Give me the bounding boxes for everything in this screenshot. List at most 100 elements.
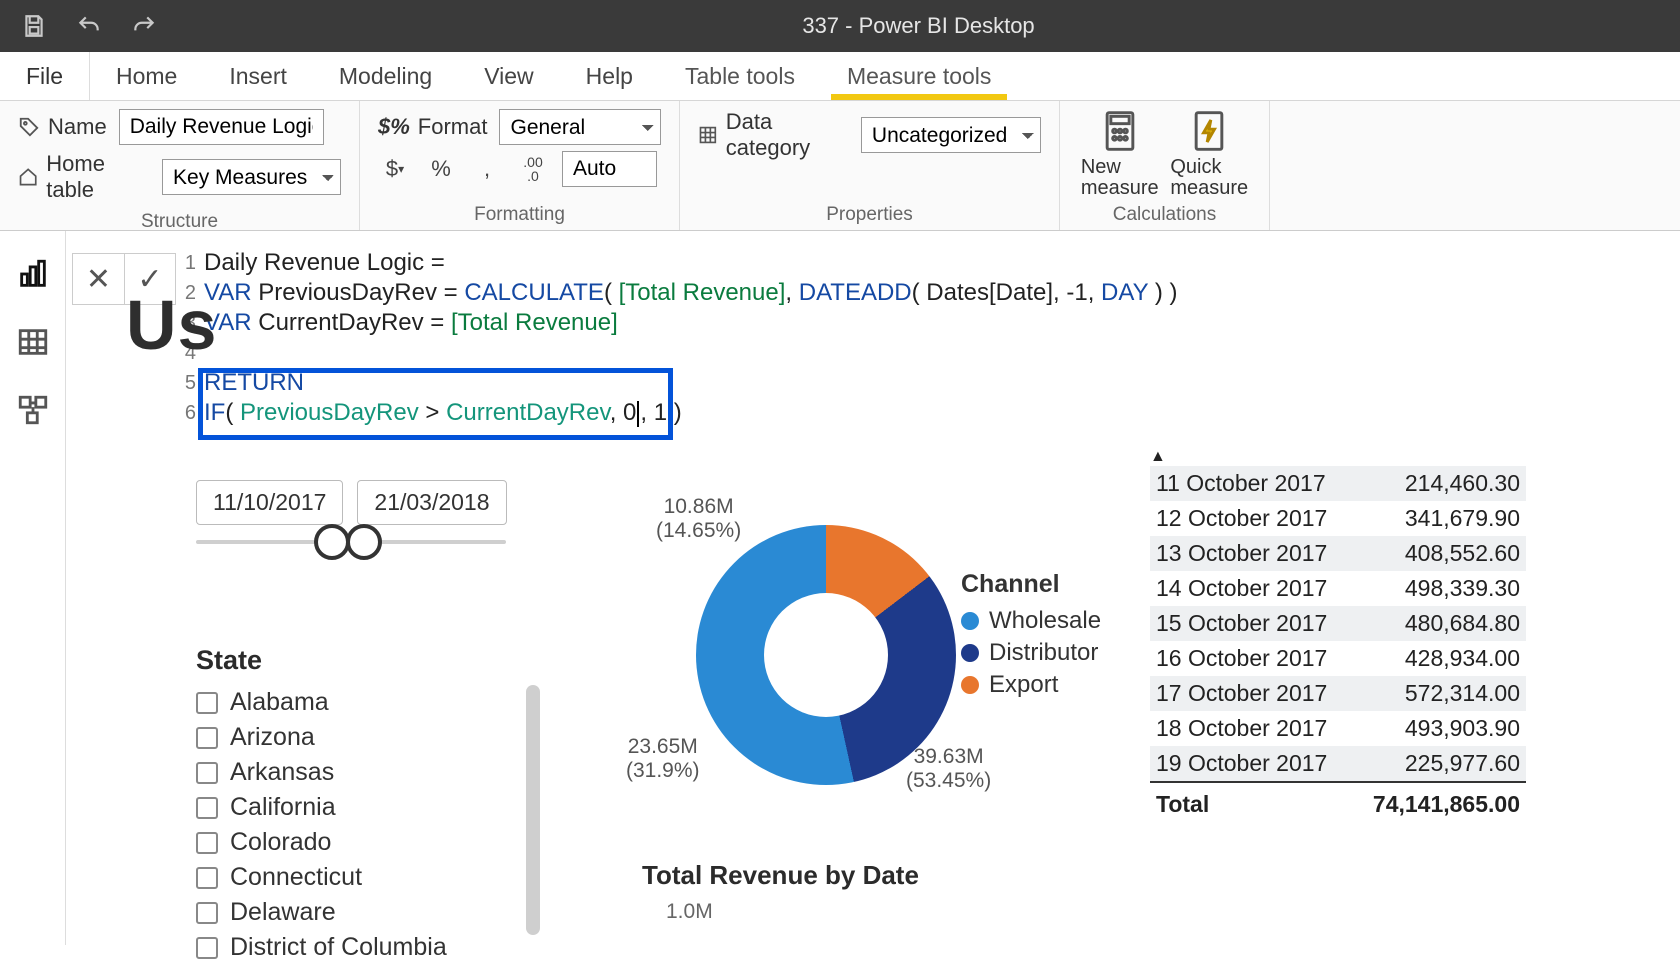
donut-label-wholesale: 39.63M(53.45%)	[906, 745, 991, 793]
tab-help[interactable]: Help	[560, 52, 659, 100]
state-label: Arizona	[230, 723, 315, 752]
table-cell-value: 498,339.30	[1405, 575, 1520, 602]
state-option[interactable]: Colorado	[196, 825, 526, 860]
table-row[interactable]: 11 October 2017 214,460.30	[1150, 466, 1526, 501]
checkbox-icon[interactable]	[196, 902, 218, 924]
state-option[interactable]: Alabama	[196, 685, 526, 720]
home-table-select[interactable]: Key Measures	[162, 159, 341, 195]
ribbon: Name Home table Key Measures Structure $…	[0, 101, 1680, 231]
tab-table-tools[interactable]: Table tools	[659, 52, 821, 100]
thousands-button[interactable]: ,	[470, 152, 504, 186]
model-view-icon[interactable]	[16, 393, 50, 427]
currency-button[interactable]: $▾	[378, 152, 412, 186]
checkbox-icon[interactable]	[196, 727, 218, 749]
tab-insert[interactable]: Insert	[203, 52, 313, 100]
tab-modeling[interactable]: Modeling	[313, 52, 458, 100]
line-chart-y-tick: 1.0M	[666, 900, 713, 924]
tab-measure-tools[interactable]: Measure tools	[821, 52, 1017, 100]
percent-button[interactable]: %	[424, 152, 458, 186]
tag-icon	[18, 116, 40, 138]
table-total-row: Total 74,141,865.00	[1150, 781, 1526, 822]
data-table[interactable]: 11 October 2017 214,460.30 12 October 2017…	[1150, 466, 1526, 822]
table-row[interactable]: 19 October 2017225,977.60	[1150, 746, 1526, 781]
slider-handle-left[interactable]	[314, 524, 350, 560]
slider-handle-right[interactable]	[346, 524, 382, 560]
date-slider[interactable]	[196, 540, 506, 544]
donut-legend: Channel Wholesale Distributor Export	[961, 570, 1101, 703]
checkbox-icon[interactable]	[196, 762, 218, 784]
table-row[interactable]: 15 October 2017 480,684.80	[1150, 606, 1526, 641]
data-category-label: Data category	[698, 109, 849, 161]
state-label: California	[230, 793, 336, 822]
state-option[interactable]: District of Columbia	[196, 930, 526, 965]
text-caret	[637, 401, 639, 427]
donut-hole	[764, 593, 888, 717]
data-category-select[interactable]: Uncategorized	[861, 117, 1041, 153]
window-title: 337 - Power BI Desktop	[665, 13, 1173, 39]
donut-label-export: 10.86M(14.65%)	[656, 495, 741, 543]
table-row[interactable]: 16 October 2017428,934.00	[1150, 641, 1526, 676]
save-icon[interactable]	[21, 13, 47, 39]
table-row[interactable]: 13 October 2017408,552.60	[1150, 536, 1526, 571]
legend-item[interactable]: Export	[961, 671, 1101, 699]
new-measure-button[interactable]: Newmeasure	[1078, 109, 1162, 199]
table-cell-value: 493,903.90	[1405, 715, 1520, 742]
formula-code[interactable]: Daily Revenue Logic = VAR PreviousDayRev…	[204, 248, 1668, 428]
state-slicer-scrollbar[interactable]	[526, 685, 540, 935]
ribbon-group-structure: Name Home table Key Measures Structure	[0, 101, 360, 230]
checkbox-icon[interactable]	[196, 692, 218, 714]
table-row[interactable]: 17 October 2017572,314.00	[1150, 676, 1526, 711]
table-cell-date: 14 October 2017	[1156, 575, 1327, 602]
legend-swatch	[961, 612, 979, 630]
redo-icon[interactable]	[131, 13, 157, 39]
state-slicer-list[interactable]: Alabama Arizona Arkansas California Colorado…	[196, 685, 526, 965]
checkbox-icon[interactable]	[196, 832, 218, 854]
report-view-icon[interactable]	[16, 257, 50, 291]
format-select[interactable]: General	[499, 109, 661, 145]
table-sort-indicator[interactable]: ▲	[1150, 448, 1166, 466]
lightning-calculator-icon	[1187, 109, 1231, 153]
undo-icon[interactable]	[76, 13, 102, 39]
table-row[interactable]: 12 October 2017341,679.90	[1150, 501, 1526, 536]
measure-name-input[interactable]	[119, 109, 324, 145]
legend-title: Channel	[961, 570, 1101, 599]
data-view-icon[interactable]	[16, 325, 50, 359]
quick-measure-button[interactable]: Quickmeasure	[1168, 109, 1252, 199]
legend-swatch	[961, 676, 979, 694]
table-cell-date: 16 October 2017	[1156, 645, 1327, 672]
ribbon-tabs: File Home Insert Modeling View Help Tabl…	[0, 52, 1680, 101]
state-option[interactable]: Delaware	[196, 895, 526, 930]
formula-bar[interactable]: 123456 Daily Revenue Logic = VAR Previou…	[176, 248, 1668, 428]
state-option[interactable]: Arizona	[196, 720, 526, 755]
table-cell-date: 15 October 2017	[1156, 610, 1327, 637]
table-row[interactable]: 18 October 2017493,903.90	[1150, 711, 1526, 746]
table-cell-value: 480,684.80	[1405, 610, 1520, 637]
format-label: $% Format	[378, 114, 487, 140]
state-option[interactable]: California	[196, 790, 526, 825]
group-label-formatting: Formatting	[378, 202, 661, 226]
table-cell-value: 214,460.30	[1405, 470, 1520, 497]
home-icon	[18, 166, 38, 188]
decimals-button[interactable]: .00.0	[516, 152, 550, 186]
date-slicer[interactable]: 11/10/2017 21/03/2018	[196, 480, 507, 525]
tab-view[interactable]: View	[458, 52, 559, 100]
tab-home[interactable]: Home	[90, 52, 203, 100]
state-option[interactable]: Connecticut	[196, 860, 526, 895]
table-cell-date: 19 October 2017	[1156, 750, 1327, 777]
grid-icon	[698, 124, 718, 146]
decimals-input[interactable]	[562, 151, 657, 187]
state-option[interactable]: Arkansas	[196, 755, 526, 790]
legend-item[interactable]: Distributor	[961, 639, 1101, 667]
legend-item[interactable]: Wholesale	[961, 607, 1101, 635]
table-cell-date: 11 October 2017	[1156, 470, 1326, 497]
date-to[interactable]: 21/03/2018	[357, 480, 506, 525]
ribbon-group-formatting: $% Format General $▾ % , .00.0 Formattin…	[360, 101, 680, 230]
date-from[interactable]: 11/10/2017	[196, 480, 343, 525]
checkbox-icon[interactable]	[196, 867, 218, 889]
file-tab[interactable]: File	[0, 52, 90, 100]
table-row[interactable]: 14 October 2017 498,339.30	[1150, 571, 1526, 606]
donut-label-distributor: 23.65M(31.9%)	[626, 735, 700, 783]
cancel-formula-icon[interactable]: ✕	[72, 253, 124, 305]
checkbox-icon[interactable]	[196, 797, 218, 819]
checkbox-icon[interactable]	[196, 937, 218, 959]
